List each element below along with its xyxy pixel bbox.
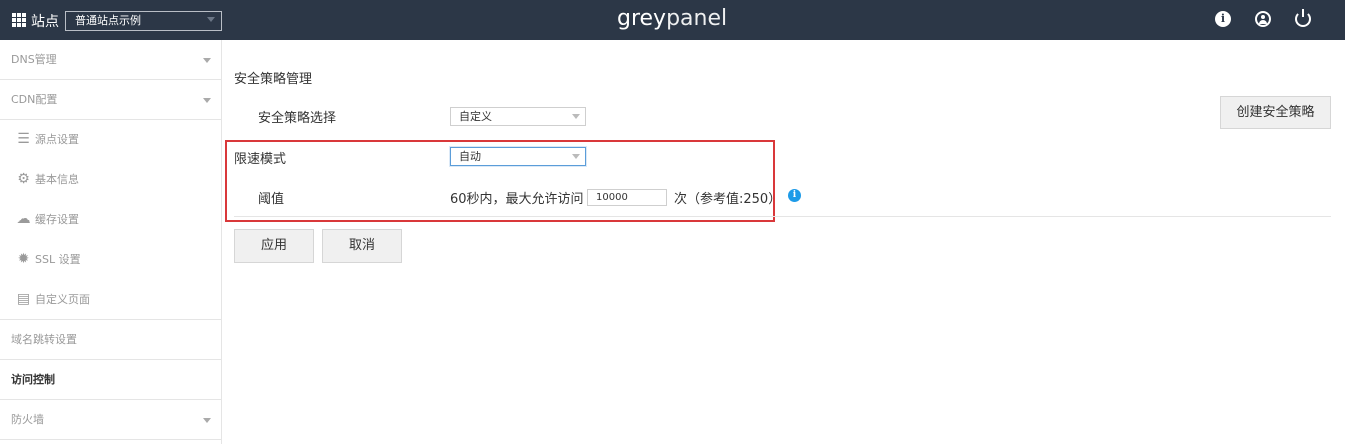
chevron-down-icon [572, 114, 580, 119]
divider [234, 216, 1331, 217]
site-label: 站点 [31, 14, 59, 30]
rate-mode-label: 限速模式 [234, 152, 287, 167]
sidebar-item-firewall[interactable]: 防火墙 [0, 400, 221, 440]
threshold-input[interactable]: 10000 [587, 189, 667, 206]
sidebar-item-dns[interactable]: DNS管理 [0, 40, 221, 80]
chevron-down-icon [203, 58, 211, 63]
sidebar-item-cdn[interactable]: CDN配置 [0, 80, 221, 120]
chevron-down-icon [207, 17, 215, 22]
chevron-down-icon [203, 98, 211, 103]
info-icon[interactable]: i [1215, 11, 1231, 27]
sidebar-item-origin[interactable]: ☰ 源点设置 [0, 120, 221, 160]
apply-button[interactable]: 应用 [234, 229, 314, 263]
policy-select[interactable]: 自定义 [450, 107, 586, 126]
sidebar-item-domain-redirect[interactable]: 域名跳转设置 [0, 320, 221, 360]
main-content: 安全策略管理 安全策略选择 自定义 创建安全策略 限速模式 自动 阈值 60秒内… [222, 40, 1345, 444]
badge-icon: ✹ [17, 251, 30, 267]
chevron-down-icon [572, 154, 580, 159]
chevron-down-icon [203, 418, 211, 423]
user-icon[interactable] [1255, 11, 1271, 27]
logo: greypanel [617, 6, 728, 31]
custom-page-icon: ▤ [16, 291, 31, 307]
threshold-prefix: 60秒内，最大允许访问 [450, 192, 584, 207]
sidebar-item-custom-page[interactable]: ▤ 自定义页面 [0, 280, 221, 320]
rate-mode-select[interactable]: 自动 [450, 147, 586, 166]
site-select[interactable]: 普通站点示例 [65, 11, 222, 31]
apps-grid-icon[interactable] [12, 13, 26, 27]
sidebar: DNS管理 CDN配置 ☰ 源点设置 ⚙ 基本信息 ☁ 缓存设置 ✹ SSL 设… [0, 40, 222, 444]
cloud-download-icon: ☁ [16, 211, 31, 227]
create-policy-button[interactable]: 创建安全策略 [1220, 96, 1331, 129]
sidebar-item-ssl[interactable]: ✹ SSL 设置 [0, 240, 221, 280]
cancel-button[interactable]: 取消 [322, 229, 402, 263]
top-bar: 站点 普通站点示例 greypanel i [0, 0, 1345, 40]
site-select-value: 普通站点示例 [75, 14, 141, 27]
policy-label: 安全策略选择 [258, 111, 337, 126]
server-icon: ☰ [17, 131, 30, 147]
gear-icon: ⚙ [17, 171, 30, 187]
info-icon[interactable]: i [788, 189, 801, 202]
page-title: 安全策略管理 [234, 72, 313, 87]
threshold-label: 阈值 [258, 192, 285, 207]
threshold-suffix: 次（参考值:250） [674, 192, 782, 207]
sidebar-item-cache[interactable]: ☁ 缓存设置 [0, 200, 221, 240]
sidebar-item-access-control[interactable]: 访问控制 [0, 360, 221, 400]
sidebar-item-basic-info[interactable]: ⚙ 基本信息 [0, 160, 221, 200]
power-icon[interactable] [1295, 9, 1311, 27]
